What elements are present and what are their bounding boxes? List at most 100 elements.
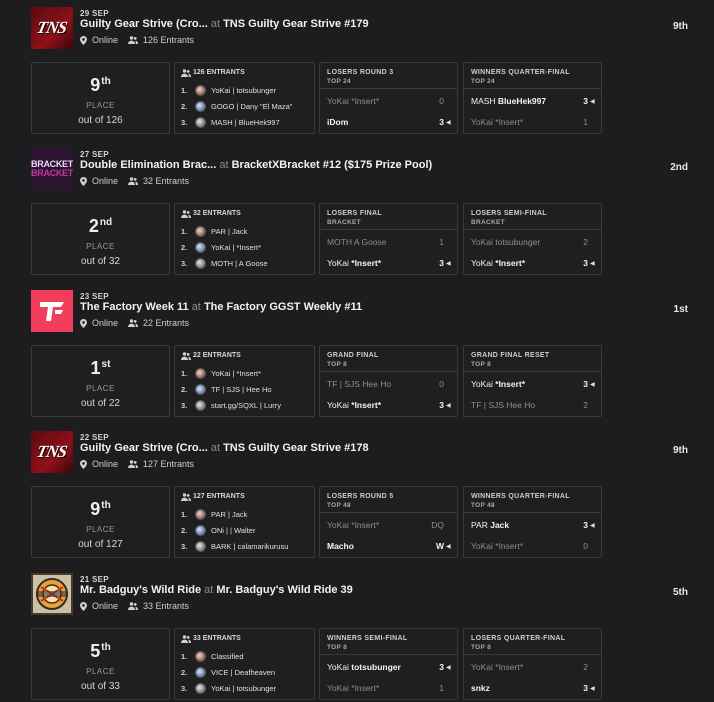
top-entrants-card[interactable]: 22 ENTRANTS 1. YoKai | *Insert* 2. TF | … bbox=[174, 345, 315, 417]
set-player-name: PAR Jack bbox=[471, 520, 574, 530]
event-name[interactable]: Guilty Gear Strive (Cro... bbox=[80, 442, 208, 454]
event-title[interactable]: Guilty Gear Strive (Cro... at TNS Guilty… bbox=[80, 18, 369, 30]
event-meta: Online 22 Entrants bbox=[80, 318, 189, 328]
event-entry[interactable]: TNS 29 SEP Guilty Gear Strive (Cro... at… bbox=[0, 7, 714, 148]
place-out-of: out of 22 bbox=[81, 398, 120, 409]
set-player-row[interactable]: iDom 3 ◀ bbox=[327, 115, 451, 129]
event-entry[interactable]: 21 SEP Mr. Badguy's Wild Ride at Mr. Bad… bbox=[0, 573, 714, 702]
entrant-rank: 2. bbox=[181, 525, 188, 535]
event-location: Online bbox=[92, 176, 119, 186]
set-player-name: MASH BlueHek997 bbox=[471, 96, 574, 106]
set-player-row[interactable]: YoKai *Insert* 2 bbox=[471, 660, 595, 674]
top-entrant-row[interactable]: 2. GOGO | Dany "El Maza" bbox=[181, 99, 292, 113]
event-entry[interactable]: 23 SEP The Factory Week 11 at The Factor… bbox=[0, 290, 714, 431]
tournament-name[interactable]: Mr. Badguy's Wild Ride 39 bbox=[216, 584, 352, 596]
set-player-row[interactable]: YoKai totsubunger 3 ◀ bbox=[327, 660, 451, 674]
set-player-row[interactable]: YoKai *Insert* 3 ◀ bbox=[471, 377, 595, 391]
event-title[interactable]: Guilty Gear Strive (Cro... at TNS Guilty… bbox=[80, 442, 369, 454]
tournament-logo[interactable]: TNS bbox=[31, 431, 73, 473]
set-player-row[interactable]: YoKai *Insert* 0 bbox=[471, 539, 595, 553]
set-player-row[interactable]: MOTH A Goose 1 bbox=[327, 235, 451, 249]
entrants-header-text: 22 ENTRANTS bbox=[193, 352, 241, 359]
top-entrant-row[interactable]: 3. start.gg/SQXL | Lurry bbox=[181, 398, 281, 412]
set-player-row[interactable]: YoKai *Insert* DQ bbox=[327, 518, 451, 532]
top-entrant-row[interactable]: 3. MOTH | A Goose bbox=[181, 256, 268, 270]
event-entry[interactable]: BRACKET BRACKET 27 SEP Double Elimination… bbox=[0, 148, 714, 289]
set-phase: TOP 8 bbox=[471, 361, 492, 368]
top-entrant-row[interactable]: 1. Classified bbox=[181, 649, 244, 663]
set-card[interactable]: GRAND FINAL RESET TOP 8 YoKai *Insert* 3… bbox=[463, 345, 602, 417]
tournament-logo[interactable] bbox=[31, 573, 73, 615]
set-player-row[interactable]: YoKai *Insert* 3 ◀ bbox=[471, 256, 595, 270]
set-card[interactable]: WINNERS QUARTER-FINAL TOP 24 MASH BlueHe… bbox=[463, 62, 602, 134]
tournament-name[interactable]: TNS Guilty Gear Strive #178 bbox=[223, 442, 369, 454]
tournament-logo[interactable]: BRACKET BRACKET bbox=[31, 148, 73, 190]
event-name[interactable]: Mr. Badguy's Wild Ride bbox=[80, 584, 201, 596]
entrant-name: BARK | calamarikurusu bbox=[211, 541, 289, 551]
set-player-row[interactable]: PAR Jack 3 ◀ bbox=[471, 518, 595, 532]
tournament-logo[interactable]: TNS bbox=[31, 7, 73, 49]
set-player-row[interactable]: YoKai *Insert* 0 bbox=[327, 94, 451, 108]
avatar bbox=[195, 84, 206, 96]
entrant-rank: 1. bbox=[181, 226, 188, 236]
top-entrant-row[interactable]: 1. PAR | Jack bbox=[181, 507, 247, 521]
event-date: 23 SEP bbox=[80, 292, 109, 301]
set-player-row[interactable]: TF | SJS Hee Ho 2 bbox=[471, 398, 595, 412]
top-entrants-card[interactable]: 127 ENTRANTS 1. PAR | Jack 2. ONi | | Wa… bbox=[174, 486, 315, 558]
top-entrant-row[interactable]: 1. YoKai | *Insert* bbox=[181, 366, 261, 380]
set-player-row[interactable]: YoKai *Insert* 1 bbox=[471, 115, 595, 129]
event-title[interactable]: Mr. Badguy's Wild Ride at Mr. Badguy's W… bbox=[80, 584, 353, 596]
at-label: at bbox=[210, 18, 221, 30]
top-entrant-row[interactable]: 1. PAR | Jack bbox=[181, 224, 247, 238]
top-entrant-row[interactable]: 2. ONi | | Walter bbox=[181, 523, 255, 537]
top-entrant-row[interactable]: 2. YoKai | *Insert* bbox=[181, 240, 261, 254]
set-player-row[interactable]: YoKai *Insert* 1 bbox=[327, 681, 451, 695]
set-player-row[interactable]: Macho W ◀ bbox=[327, 539, 451, 553]
top-entrant-row[interactable]: 3. YoKai | totsubunger bbox=[181, 681, 276, 695]
event-name[interactable]: Double Elimination Brac... bbox=[80, 159, 216, 171]
top-entrant-row[interactable]: 2. TF | SJS | Hee Ho bbox=[181, 382, 272, 396]
set-player-row[interactable]: TF | SJS Hee Ho 0 bbox=[327, 377, 451, 391]
event-title[interactable]: Double Elimination Brac... at BracketXBr… bbox=[80, 159, 432, 171]
tournament-name[interactable]: TNS Guilty Gear Strive #179 bbox=[223, 18, 369, 30]
entrant-rank: 1. bbox=[181, 85, 188, 95]
set-player-row[interactable]: MASH BlueHek997 3 ◀ bbox=[471, 94, 595, 108]
top-entrants-card[interactable]: 32 ENTRANTS 1. PAR | Jack 2. YoKai | *In… bbox=[174, 203, 315, 275]
top-entrant-row[interactable]: 2. VICE | Deafheaven bbox=[181, 665, 275, 679]
tournament-name[interactable]: The Factory GGST Weekly #11 bbox=[204, 301, 362, 313]
top-entrants-card[interactable]: 126 ENTRANTS 1. YoKai | totsubunger 2. G… bbox=[174, 62, 315, 134]
set-player-row[interactable]: YoKai totsubunger 2 bbox=[471, 235, 595, 249]
place-suffix: th bbox=[101, 76, 111, 87]
set-card[interactable]: WINNERS QUARTER-FINAL TOP 48 PAR Jack 3 … bbox=[463, 486, 602, 558]
event-title[interactable]: The Factory Week 11 at The Factory GGST … bbox=[80, 301, 362, 313]
set-card[interactable]: LOSERS SEMI-FINAL BRACKET YoKai totsubun… bbox=[463, 203, 602, 275]
set-player-row[interactable]: YoKai *Insert* 3 ◀ bbox=[327, 398, 451, 412]
sponsor-prefix: YoKai bbox=[327, 258, 352, 268]
entrants-header-text: 126 ENTRANTS bbox=[193, 69, 245, 76]
top-entrant-row[interactable]: 3. BARK | calamarikurusu bbox=[181, 539, 288, 553]
event-name[interactable]: The Factory Week 11 bbox=[80, 301, 189, 313]
set-card[interactable]: LOSERS ROUND 3 TOP 24 YoKai *Insert* 0 i… bbox=[319, 62, 458, 134]
top-entrant-row[interactable]: 1. YoKai | totsubunger bbox=[181, 83, 276, 97]
event-entry[interactable]: TNS 22 SEP Guilty Gear Strive (Cro... at… bbox=[0, 431, 714, 572]
set-card[interactable]: WINNERS SEMI-FINAL TOP 8 YoKai totsubung… bbox=[319, 628, 458, 700]
set-player-row[interactable]: YoKai *Insert* 3 ◀ bbox=[327, 256, 451, 270]
event-date: 27 SEP bbox=[80, 150, 109, 159]
set-player-row[interactable]: snkz 3 ◀ bbox=[471, 681, 595, 695]
set-card[interactable]: GRAND FINAL TOP 8 TF | SJS Hee Ho 0 YoKa… bbox=[319, 345, 458, 417]
entrant-rank: 2. bbox=[181, 384, 188, 394]
set-score: 0 bbox=[439, 379, 444, 389]
set-card[interactable]: LOSERS FINAL BRACKET MOTH A Goose 1 YoKa… bbox=[319, 203, 458, 275]
divider bbox=[464, 654, 601, 655]
gamer-tag: *Insert* bbox=[351, 258, 382, 268]
entrant-name: start.gg/SQXL | Lurry bbox=[211, 400, 282, 410]
set-card[interactable]: LOSERS ROUND 5 TOP 48 YoKai *Insert* DQ … bbox=[319, 486, 458, 558]
top-entrant-row[interactable]: 3. MASH | BlueHek997 bbox=[181, 115, 280, 129]
tournament-name[interactable]: BracketXBracket #12 ($175 Prize Pool) bbox=[232, 159, 433, 171]
tournament-logo[interactable] bbox=[31, 290, 73, 332]
place-digit: 1 bbox=[90, 358, 101, 378]
set-card[interactable]: LOSERS QUARTER-FINAL TOP 8 YoKai *Insert… bbox=[463, 628, 602, 700]
sponsor-prefix: YoKai bbox=[327, 400, 352, 410]
event-name[interactable]: Guilty Gear Strive (Cro... bbox=[80, 18, 208, 30]
top-entrants-card[interactable]: 33 ENTRANTS 1. Classified 2. VICE | Deaf… bbox=[174, 628, 315, 700]
